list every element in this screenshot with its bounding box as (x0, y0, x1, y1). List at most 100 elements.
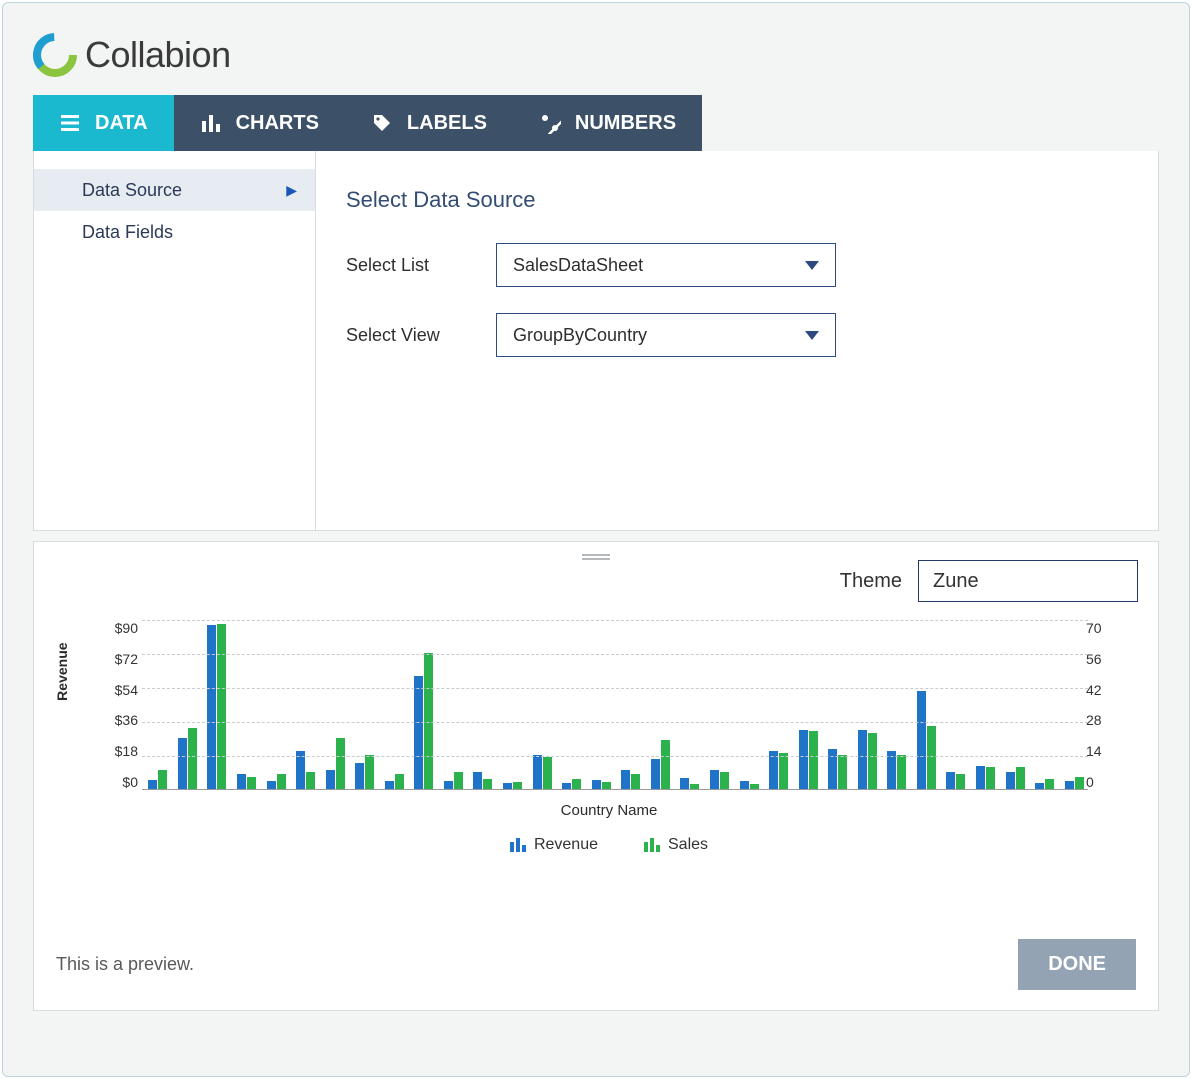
bar-sales (779, 753, 788, 789)
bar-revenue (621, 770, 630, 789)
brand-logo-icon (33, 33, 77, 77)
bar-revenue (503, 783, 512, 789)
bar-sales (454, 772, 463, 789)
bar-sales (572, 779, 581, 789)
bar-revenue (651, 759, 660, 789)
bar-sales (1075, 777, 1084, 789)
tab-numbers[interactable]: NUMBERS (513, 95, 702, 151)
bar-sales (424, 653, 433, 789)
bar-group (499, 782, 527, 789)
tab-labels[interactable]: LABELS (345, 95, 513, 151)
tab-data[interactable]: DATA (33, 95, 174, 151)
bar-sales (513, 782, 522, 789)
sidebar-item-data-fields[interactable]: Data Fields (34, 211, 315, 253)
bar-group (794, 730, 822, 789)
tab-label: CHARTS (236, 112, 319, 135)
bar-group (1031, 779, 1059, 789)
bar-revenue (1006, 772, 1015, 789)
bar-revenue (148, 780, 157, 789)
bar-revenue (1035, 783, 1044, 789)
tab-charts[interactable]: CHARTS (174, 95, 345, 151)
bar-group (174, 728, 202, 789)
bars-icon (200, 112, 222, 134)
bar-sales (809, 731, 818, 789)
bar-group (321, 738, 349, 789)
bar-revenue (592, 780, 601, 789)
theme-label: Theme (840, 570, 902, 593)
tab-label: LABELS (407, 112, 487, 135)
bar-revenue (976, 766, 985, 789)
bar-sales (483, 779, 492, 789)
resize-handle-icon[interactable] (582, 554, 610, 560)
bar-group (440, 772, 468, 789)
bar-revenue (533, 755, 542, 789)
preview-panel: Theme Zune Revenue $90$72$54$36$18$0 705… (33, 541, 1159, 1011)
caret-down-icon (805, 261, 819, 270)
bar-revenue (680, 778, 689, 789)
bar-sales (217, 624, 226, 789)
bar-revenue (385, 781, 394, 789)
chart-ylabel: Revenue (54, 642, 70, 700)
menu-icon (59, 112, 81, 134)
select-list-dropdown[interactable]: SalesDataSheet (496, 243, 836, 287)
bar-revenue (740, 781, 749, 789)
chart-plot-area (142, 620, 1088, 790)
bar-sales (838, 755, 847, 789)
bar-group (203, 624, 231, 789)
select-list-label: Select List (346, 255, 466, 276)
bar-group (262, 774, 290, 789)
bar-group (469, 772, 497, 789)
bar-sales (661, 740, 670, 789)
bar-sales (306, 772, 315, 789)
bar-group (233, 774, 261, 789)
legend-item-revenue: Revenue (510, 836, 598, 854)
bar-revenue (799, 730, 808, 789)
bar-group (144, 770, 172, 789)
bar-revenue (355, 763, 364, 789)
select-view-value: GroupByCountry (513, 325, 647, 346)
theme-dropdown[interactable]: Zune (918, 560, 1138, 602)
chevron-right-icon: ▶ (286, 182, 297, 199)
bar-revenue (414, 676, 423, 789)
done-button[interactable]: DONE (1018, 939, 1136, 990)
bar-sales (868, 733, 877, 789)
bar-group (1060, 777, 1088, 789)
tabbar: DATA CHARTS LABELS NUMBERS (33, 95, 1159, 151)
bar-revenue (858, 730, 867, 789)
bar-revenue (444, 781, 453, 789)
preview-note: This is a preview. (56, 954, 194, 975)
bar-sales (365, 755, 374, 789)
bar-group (528, 755, 556, 789)
legend-item-sales: Sales (644, 836, 708, 854)
bar-group (381, 774, 409, 789)
bar-group (913, 691, 941, 789)
sidebar-item-data-source[interactable]: Data Source ▶ (34, 169, 315, 211)
bar-sales (602, 782, 611, 789)
bar-sales (720, 772, 729, 789)
bar-revenue (710, 770, 719, 789)
bar-revenue (326, 770, 335, 789)
bar-sales (336, 738, 345, 789)
bar-revenue (562, 783, 571, 789)
bar-group (942, 772, 970, 789)
form-area: Select Data Source Select List SalesData… (316, 151, 1158, 530)
bar-group (706, 770, 734, 789)
bar-sales (897, 755, 906, 789)
bar-revenue (946, 772, 955, 789)
caret-down-icon (805, 331, 819, 340)
bar-sales (750, 784, 759, 789)
bar-revenue (473, 772, 482, 789)
bar-sales (986, 767, 995, 789)
bar-group (558, 779, 586, 789)
tab-label: NUMBERS (575, 112, 676, 135)
bar-group (351, 755, 379, 789)
bar-sales (188, 728, 197, 789)
bar-group (1001, 767, 1029, 789)
bar-revenue (267, 781, 276, 789)
tab-label: DATA (95, 112, 148, 135)
select-view-dropdown[interactable]: GroupByCountry (496, 313, 836, 357)
bar-sales (277, 774, 286, 789)
sidebar-item-label: Data Source (82, 180, 182, 201)
select-list-value: SalesDataSheet (513, 255, 643, 276)
chart: Revenue $90$72$54$36$18$0 70564228140 Co… (90, 620, 1128, 840)
